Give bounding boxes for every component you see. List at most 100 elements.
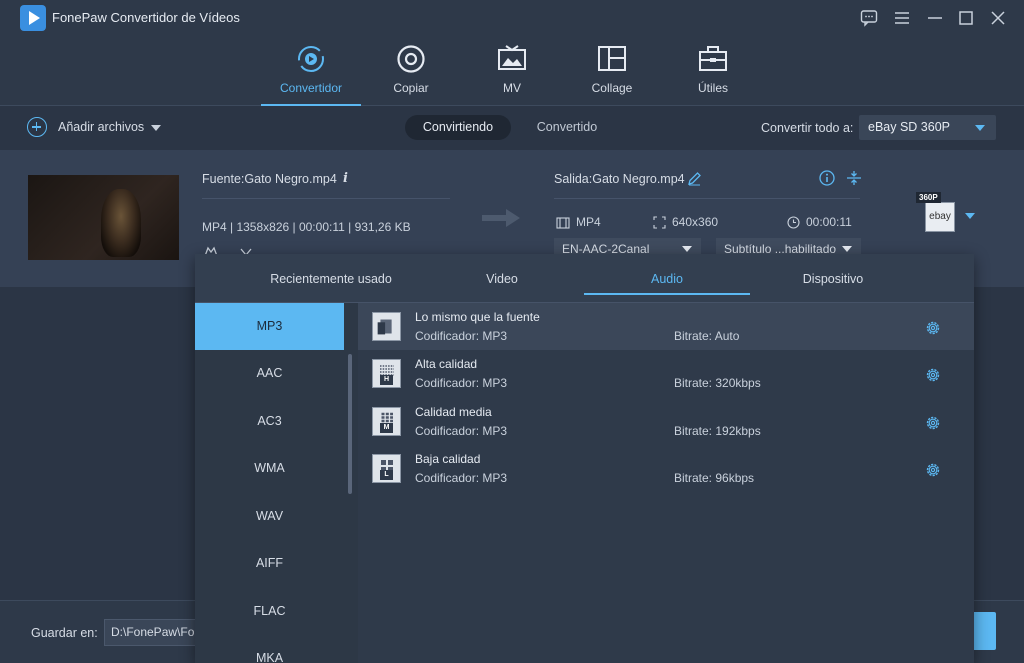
save-location-label: Guardar en: [31,626,98,640]
preset-row[interactable]: L Baja calidad Codificador: MP3 Bitrate:… [358,445,974,492]
film-icon [556,217,570,229]
format-list-scrollbar[interactable] [348,354,352,494]
convert-all-value: eBay SD 360P [868,120,950,134]
toolbar: Añadir archivos Convirtiendo Convertido … [0,107,1024,149]
quality-tag: M [380,423,393,433]
tab-audio[interactable]: Audio [584,254,750,303]
format-panel: Recientemente usado Video Audio Disposit… [195,254,974,663]
collage-icon [598,46,626,71]
format-item-wav[interactable]: WAV [195,493,344,540]
minimize-icon[interactable] [925,8,945,28]
output-name: Salida:Gato Negro.mp4 [554,172,685,186]
high-quality-icon: H [372,359,401,388]
preset-bitrate: Bitrate: Auto [674,329,740,343]
format-item-aiff[interactable]: AIFF [195,540,344,587]
ebay-logo-icon: ebay [925,202,955,232]
tab-copiar[interactable]: Copiar [361,36,461,106]
save-path-field[interactable]: D:\FonePaw\Fo [104,619,204,646]
feedback-icon[interactable] [859,8,879,28]
tab-convertidor[interactable]: Convertidor [261,36,361,106]
tab-label: Convertidor [279,81,343,95]
preset-codec: Codificador: MP3 [415,376,508,390]
preset-list: Lo mismo que la fuente Codificador: MP3 … [358,303,974,663]
tab-mv[interactable]: MV [462,36,562,106]
output-format-badge[interactable]: ebay 360P [916,192,956,232]
title-bar: FonePaw Convertidor de Vídeos [0,0,1024,36]
info-icon[interactable]: i [343,171,348,186]
tab-label: Collage [591,81,633,95]
source-name: Fuente:Gato Negro.mp4 [202,172,337,186]
output-format: MP4 [556,215,601,229]
format-badge-tag: 360P [916,192,941,203]
gear-icon[interactable] [924,461,942,479]
chevron-down-icon [682,246,692,252]
preset-name: Baja calidad [415,452,481,466]
format-item-wma[interactable]: WMA [195,445,344,492]
divider [554,198,860,199]
clock-icon [787,216,800,229]
format-item-mp3[interactable]: MP3 [195,303,344,350]
tab-label: Útiles [697,81,728,95]
app-title: FonePaw Convertidor de Vídeos [52,10,240,25]
tab-label: MV [503,81,521,95]
preset-codec: Codificador: MP3 [415,329,508,343]
convert-all-button[interactable] [972,612,996,650]
edit-icon[interactable] [687,171,702,186]
preset-bitrate: Bitrate: 320kbps [674,376,761,390]
info-icon[interactable] [819,170,835,186]
tab-label: Copiar [393,81,429,95]
main-nav: Convertidor Copiar MV Collage Útiles [0,36,1024,106]
preset-name: Calidad media [415,405,492,419]
same-as-source-icon [372,312,401,341]
chevron-down-icon[interactable] [151,125,161,131]
app-logo-icon [20,5,46,31]
chevron-down-icon[interactable] [965,213,975,219]
preset-bitrate: Bitrate: 96kbps [674,471,755,485]
format-item-aac[interactable]: AAC [195,350,344,397]
preset-row[interactable]: Lo mismo que la fuente Codificador: MP3 … [358,303,974,350]
format-list: MP3 AAC AC3 WMA WAV AIFF FLAC MKA [195,303,358,663]
tab-converting[interactable]: Convirtiendo [405,115,511,140]
quality-tag: L [380,470,393,480]
gear-icon[interactable] [924,366,942,384]
format-item-flac[interactable]: FLAC [195,588,344,635]
gear-icon[interactable] [924,414,942,432]
preset-name: Alta calidad [415,357,478,371]
toolbox-icon [699,46,727,71]
source-meta: MP4 | 1358x826 | 00:00:11 | 931,26 KB [202,220,411,234]
preset-bitrate: Bitrate: 192kbps [674,424,761,438]
video-thumbnail[interactable] [28,175,179,260]
output-duration: 00:00:11 [787,215,852,229]
preset-codec: Codificador: MP3 [415,471,508,485]
tab-video[interactable]: Video [417,254,587,303]
menu-icon[interactable] [892,8,912,28]
tab-recently-used[interactable]: Recientemente usado [235,254,427,303]
tab-converted[interactable]: Convertido [522,115,612,140]
low-quality-icon: L [372,454,401,483]
add-icon [27,117,47,137]
format-item-ac3[interactable]: AC3 [195,398,344,445]
close-icon[interactable] [988,8,1008,28]
tab-collage[interactable]: Collage [562,36,662,106]
output-duration-value: 00:00:11 [806,215,852,229]
arrow-right-icon [482,209,520,227]
gear-icon[interactable] [924,319,942,337]
convert-all-select[interactable]: eBay SD 360P [859,115,996,140]
output-resolution: 640x360 [653,215,718,229]
preset-codec: Codificador: MP3 [415,424,508,438]
output-format-value: MP4 [576,215,601,229]
quality-tag: H [380,375,393,385]
divider [202,198,450,199]
format-item-mka[interactable]: MKA [195,635,344,663]
resize-icon [653,216,666,229]
add-files-label: Añadir archivos [58,120,145,134]
tab-device[interactable]: Dispositivo [750,254,916,303]
chevron-down-icon [975,125,985,131]
preset-row[interactable]: M Calidad media Codificador: MP3 Bitrate… [358,398,974,445]
compress-icon[interactable] [846,170,862,186]
format-panel-tabs: Recientemente usado Video Audio Disposit… [195,254,974,303]
disc-icon [397,45,425,73]
tab-utiles[interactable]: Útiles [663,36,763,106]
maximize-icon[interactable] [956,8,976,28]
preset-row[interactable]: H Alta calidad Codificador: MP3 Bitrate:… [358,350,974,397]
